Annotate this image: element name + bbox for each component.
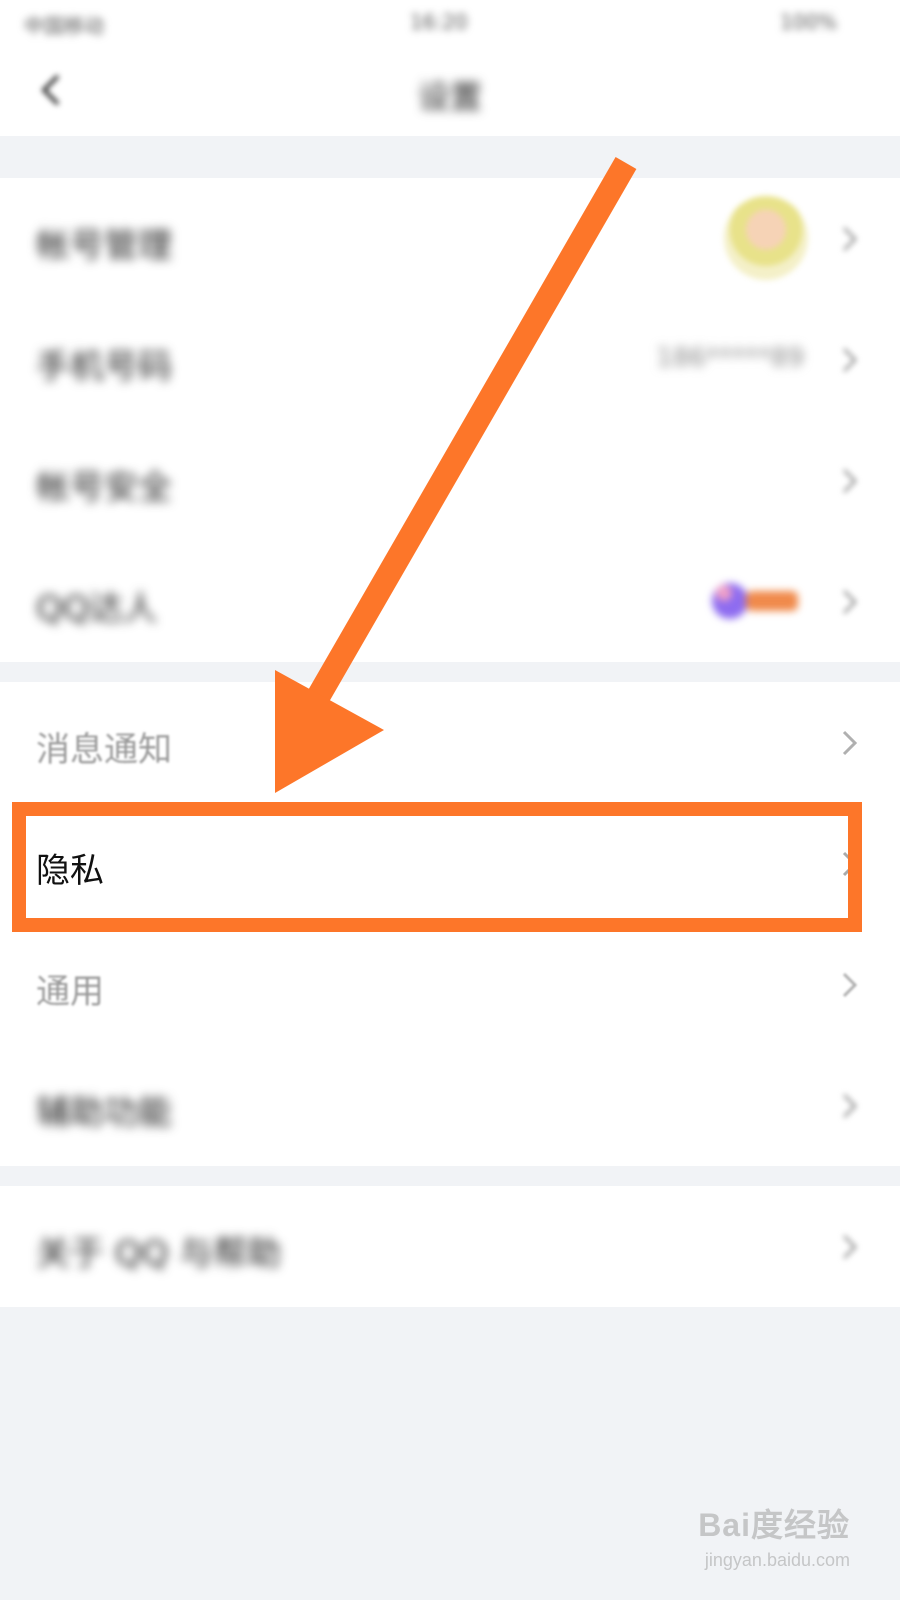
about-group: 关于 QQ 与帮助 [0, 1186, 900, 1307]
chevron-right-icon [842, 347, 858, 373]
account-group: 帐号管理 手机号码 186*****89 帐号安全 QQ达人 [0, 178, 900, 662]
settings-row-account-security[interactable]: 帐号安全 [0, 420, 900, 541]
page-title: 设置 [417, 78, 482, 116]
settings-row-about[interactable]: 关于 QQ 与帮助 [0, 1186, 900, 1307]
chevron-right-icon [842, 1093, 858, 1119]
chevron-right-icon [842, 226, 858, 252]
row-label: 通用 [36, 972, 104, 1012]
chevron-right-icon [842, 1234, 858, 1260]
watermark-url: jingyan.baidu.com [704, 1550, 850, 1570]
settings-row-qq-expert[interactable]: QQ达人 [0, 541, 900, 662]
navigation-bar: 设置 [0, 44, 900, 136]
status-bar: 中国移动 16:20 100% [0, 0, 900, 44]
row-label: 隐私 [36, 851, 104, 891]
settings-row-general[interactable]: 通用 [0, 924, 900, 1045]
chevron-right-icon [842, 972, 858, 998]
settings-row-phone[interactable]: 手机号码 186*****89 [0, 299, 900, 420]
avatar [724, 196, 808, 280]
baidu-jingyan-watermark: Bai度经验 jingyan.baidu.com [698, 1500, 850, 1571]
carrier-label: 中国移动 [24, 14, 104, 38]
chevron-right-icon [842, 468, 858, 494]
row-label: 手机号码 [36, 347, 172, 387]
row-label: 关于 QQ 与帮助 [36, 1234, 282, 1274]
watermark-logo: Bai度经验 [698, 1507, 850, 1543]
row-label: 帐号安全 [36, 468, 172, 508]
chevron-right-icon [842, 589, 858, 615]
settings-row-notifications[interactable]: 消息通知 [0, 682, 900, 803]
chevron-right-icon [842, 730, 858, 756]
row-label: 帐号管理 [36, 226, 172, 266]
settings-row-accessibility[interactable]: 辅助功能 [0, 1045, 900, 1166]
settings-row-privacy[interactable]: 隐私 [0, 803, 900, 924]
settings-row-account-management[interactable]: 帐号管理 [0, 178, 900, 299]
row-label: 辅助功能 [36, 1093, 172, 1133]
row-label: QQ达人 [36, 589, 158, 629]
vip-badge-icon [712, 583, 798, 619]
phone-number-value: 186*****89 [656, 343, 804, 373]
status-time: 16:20 [410, 10, 468, 34]
row-label: 消息通知 [36, 730, 172, 770]
preferences-group: 消息通知 隐私 通用 辅助功能 [0, 682, 900, 1166]
battery-label: 100% [780, 10, 838, 34]
chevron-right-icon [842, 851, 858, 877]
